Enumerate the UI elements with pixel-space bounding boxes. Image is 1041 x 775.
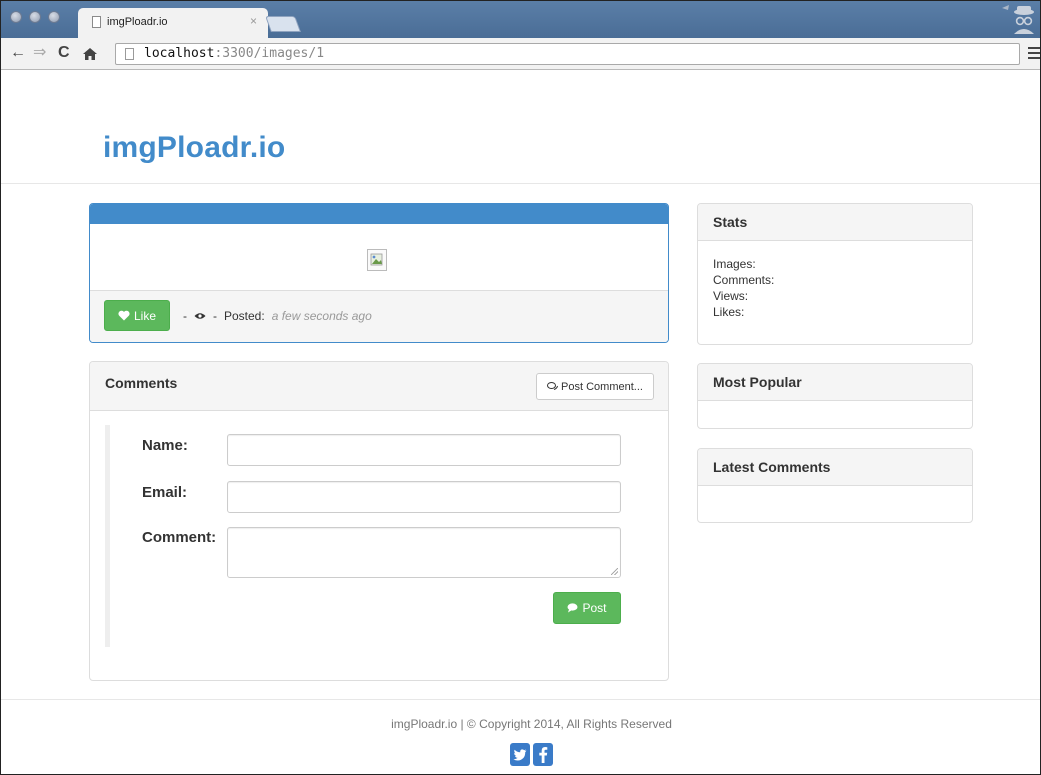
window-zoom-button[interactable] xyxy=(48,11,60,23)
post-comment-toggle-button[interactable]: Post Comment... xyxy=(536,373,654,400)
new-tab-button[interactable] xyxy=(265,16,301,32)
post-button[interactable]: Post xyxy=(553,592,621,624)
tab-title: imgPloadr.io xyxy=(107,16,168,28)
like-button[interactable]: Like xyxy=(104,300,170,331)
broken-image-icon xyxy=(367,249,387,271)
url-text: localhost:3300/images/1 xyxy=(144,46,325,61)
menu-icon[interactable] xyxy=(1028,47,1040,62)
email-label: Email: xyxy=(142,484,188,501)
comment-form-well xyxy=(105,425,110,647)
comments-title: Comments xyxy=(105,375,178,391)
window-close-button[interactable] xyxy=(10,11,22,23)
comment-textarea[interactable] xyxy=(227,527,621,578)
home-icon[interactable] xyxy=(82,47,98,61)
image-panel-header xyxy=(90,204,668,224)
meta-separator: - xyxy=(213,309,217,323)
browser-tab[interactable]: imgPloadr.io × xyxy=(78,8,268,38)
heart-icon xyxy=(118,310,130,321)
browser-tab-bar: imgPloadr.io × xyxy=(0,0,1041,38)
stat-likes: Likes: xyxy=(713,305,745,319)
resize-handle[interactable] xyxy=(611,568,618,575)
eye-icon xyxy=(194,313,206,319)
posted-label: Posted: xyxy=(224,309,265,323)
reload-icon[interactable]: C xyxy=(58,45,70,61)
forward-arrow-icon[interactable]: ⇒ xyxy=(33,45,46,61)
stats-panel: Stats Images: Comments: Views: Likes: xyxy=(697,203,973,345)
meta-separator: - xyxy=(183,309,187,323)
page-icon xyxy=(125,48,134,60)
email-input[interactable] xyxy=(227,481,621,513)
browser-toolbar: ← ⇒ C localhost:3300/images/1 xyxy=(0,38,1041,70)
comment-label: Comment: xyxy=(142,529,217,546)
site-brand[interactable]: imgPloadr.io xyxy=(103,131,285,165)
latest-comments-title: Latest Comments xyxy=(698,449,972,486)
latest-comments-panel: Latest Comments xyxy=(697,448,973,523)
most-popular-panel: Most Popular xyxy=(697,363,973,429)
tab-close-icon[interactable]: × xyxy=(250,14,257,28)
twitter-icon[interactable] xyxy=(510,743,530,766)
back-arrow-icon[interactable]: ← xyxy=(10,45,26,61)
window-minimize-button[interactable] xyxy=(29,11,41,23)
stat-views: Views: xyxy=(713,289,749,303)
footer-divider xyxy=(0,699,1041,700)
name-input[interactable] xyxy=(227,434,621,466)
name-label: Name: xyxy=(142,437,188,454)
header-divider xyxy=(0,183,1041,184)
comments-icon xyxy=(547,382,559,390)
stats-list: Images: Comments: Views: Likes: xyxy=(698,241,972,320)
incognito-icon xyxy=(1002,5,1034,34)
address-bar[interactable]: localhost:3300/images/1 xyxy=(115,43,1020,65)
image-panel: Like - - Posted: a few seconds ago xyxy=(89,203,669,343)
post-comment-label: Post Comment... xyxy=(561,380,643,393)
stats-title: Stats xyxy=(698,204,972,241)
image-meta: - - Posted: a few seconds ago xyxy=(183,309,372,323)
footer-copyright: imgPloadr.io | © Copyright 2014, All Rig… xyxy=(391,717,672,731)
comment-icon xyxy=(567,603,578,613)
post-button-label: Post xyxy=(582,601,607,615)
comments-panel: Comments Post Comment... Name: Email: Co… xyxy=(89,361,669,681)
image-footer: Like - - Posted: a few seconds ago xyxy=(90,290,668,342)
stat-images: Images: xyxy=(713,257,756,271)
stat-comments: Comments: xyxy=(713,273,775,287)
most-popular-title: Most Popular xyxy=(698,364,972,401)
like-label: Like xyxy=(133,308,156,323)
page-icon xyxy=(92,16,101,28)
facebook-icon[interactable] xyxy=(533,743,553,766)
posted-time: a few seconds ago xyxy=(271,309,372,323)
